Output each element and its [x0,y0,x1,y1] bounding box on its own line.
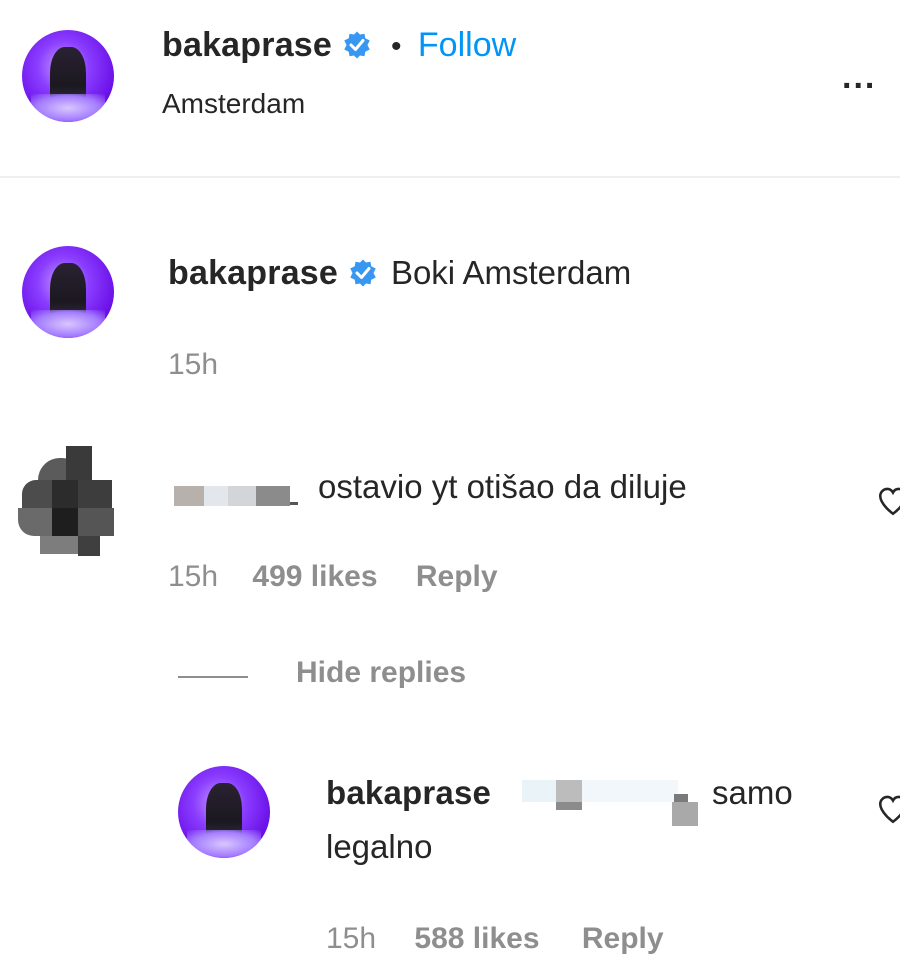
caption-username[interactable]: bakaprase [168,254,338,292]
like-reply-heart-icon[interactable] [876,792,900,826]
comment-time[interactable]: 15h [168,560,218,593]
follow-button[interactable]: Follow [418,26,516,64]
separator-dot: • [390,30,402,63]
like-comment-heart-icon[interactable] [876,484,900,518]
header-user-row: bakaprase • Follow [162,26,516,65]
reply-likes[interactable]: 588 likes [414,922,539,955]
verified-badge-icon [344,31,371,59]
comment-meta: 15h 499 likes Reply [168,560,498,594]
reply-username[interactable]: bakaprase [326,774,491,812]
redacted-reply-mention [522,780,704,828]
header-username[interactable]: bakaprase [162,26,332,64]
reply-reply-button[interactable]: Reply [582,922,664,955]
reply-time[interactable]: 15h [326,922,376,955]
caption-text: Boki Amsterdam [390,254,632,291]
reply-text-1: samo [712,774,793,811]
hide-replies-line [178,676,248,678]
post-location[interactable]: Amsterdam [162,88,305,120]
header-divider [0,176,900,178]
post-author-avatar[interactable] [22,30,114,122]
more-options-icon[interactable]: ... [842,58,876,97]
reply-meta: 15h 588 likes Reply [326,922,664,956]
comment-likes[interactable]: 499 likes [252,560,377,593]
reply-text-2: legalno [326,828,433,865]
comment-reply-button[interactable]: Reply [416,560,498,593]
caption-time[interactable]: 15h [168,348,218,382]
caption-avatar[interactable] [22,246,114,338]
verified-badge-icon [350,259,377,287]
commenter-avatar-pixelated[interactable] [18,446,118,558]
reply-avatar[interactable] [178,766,270,858]
comment-text: ostavio yt otišao da diluje [318,468,687,505]
redacted-mention [174,486,298,506]
hide-replies-button[interactable]: Hide replies [296,656,466,690]
caption-row: bakaprase Boki Amsterdam [168,254,631,293]
